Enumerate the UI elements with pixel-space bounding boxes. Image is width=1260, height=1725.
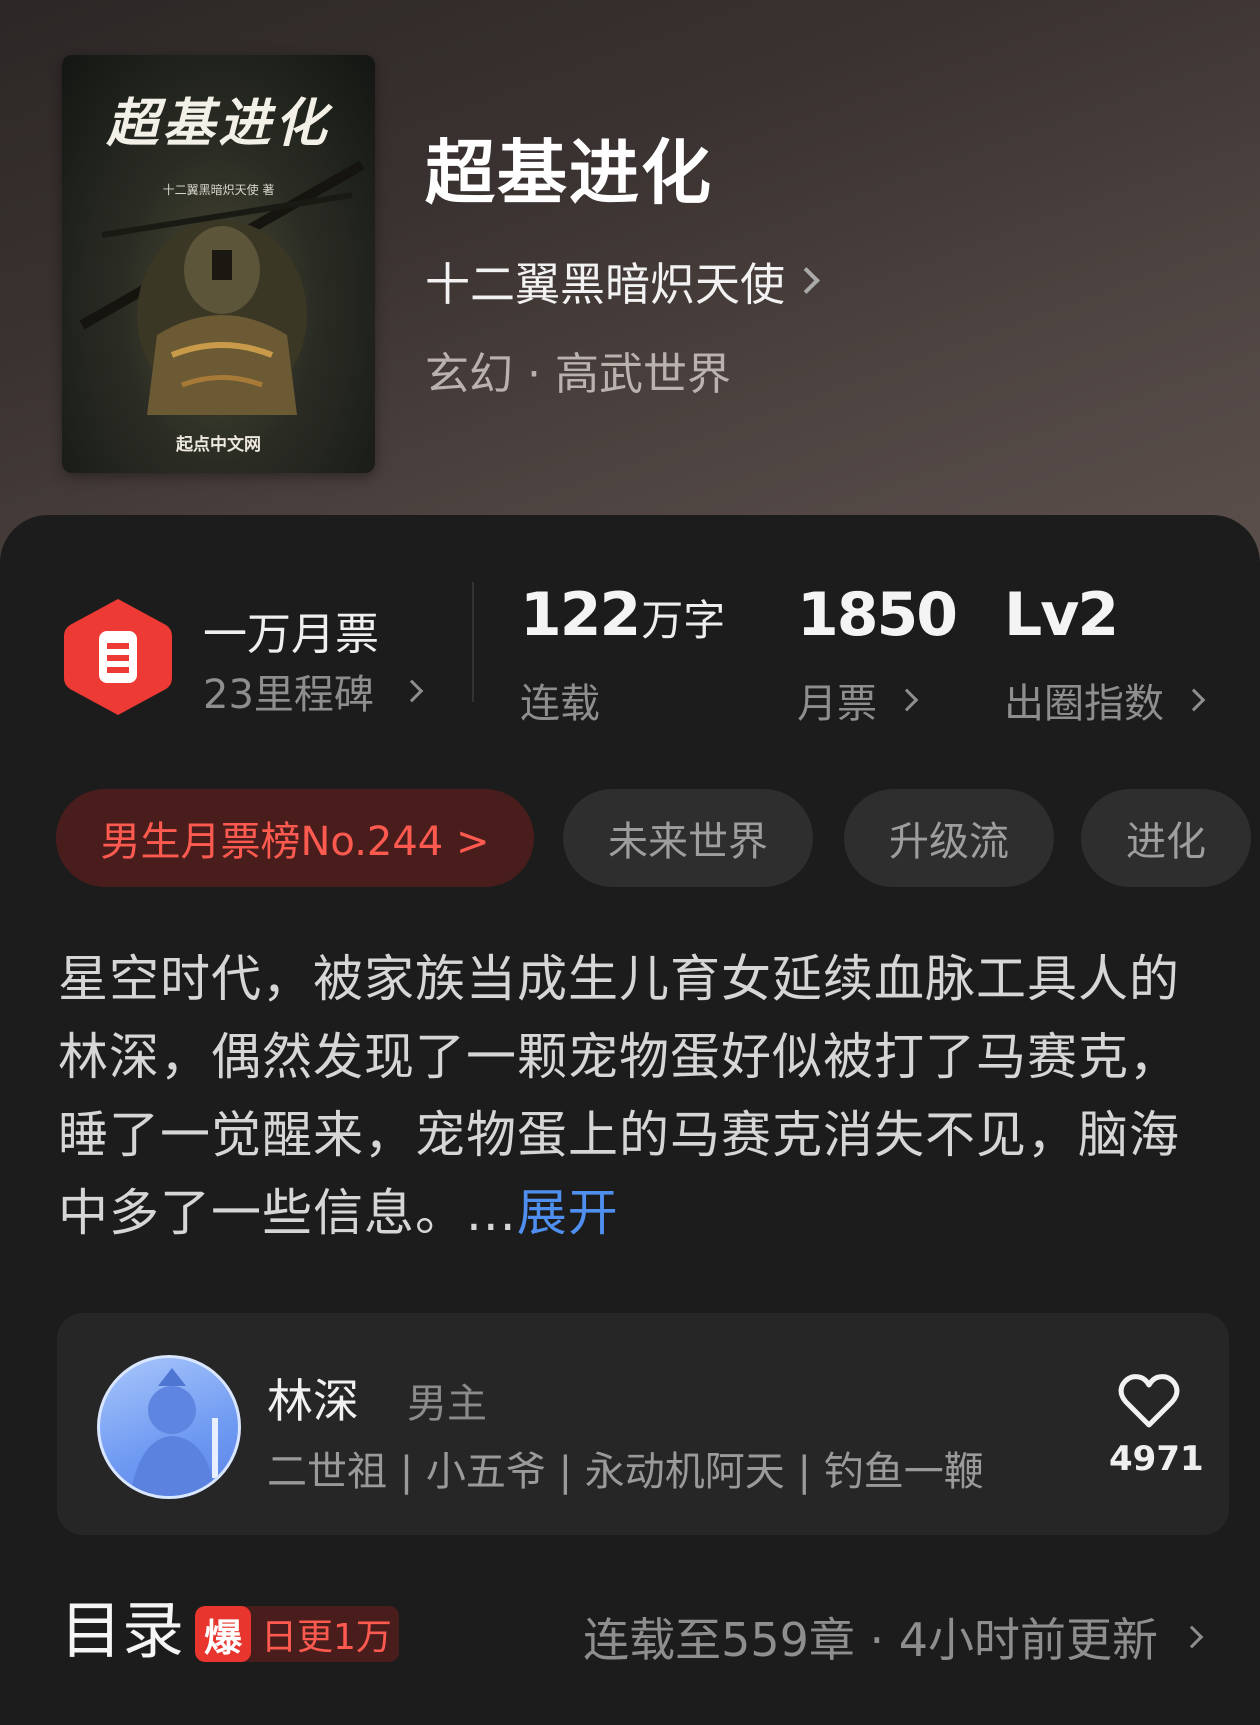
cover-title: 超基进化	[106, 93, 331, 154]
chevron-right-icon	[1180, 1625, 1204, 1649]
author-link[interactable]: 十二翼黑暗炽天使	[425, 250, 820, 311]
cover-author: 十二翼黑暗炽天使 著	[162, 183, 275, 197]
divider	[472, 582, 474, 702]
character-role: 男主	[407, 1381, 487, 1427]
avatar[interactable]	[97, 1355, 241, 1499]
influence-stat[interactable]: Lv2 出圈指数	[1004, 580, 1206, 729]
influence-value: Lv2	[1004, 580, 1119, 650]
like-button[interactable]: 4971	[1109, 1373, 1204, 1479]
hot-icon: 爆	[195, 1606, 251, 1662]
word-count-stat: 122万字 连载	[520, 585, 725, 729]
milestone-title: 一万月票	[203, 609, 379, 660]
book-cover[interactable]: 超基进化 十二翼黑暗炽天使 著 起点中文网	[62, 55, 375, 473]
chevron-right-icon	[1182, 688, 1206, 712]
author-name: 十二翼黑暗炽天使	[425, 257, 786, 311]
tag-chip[interactable]: 升级流	[844, 789, 1054, 887]
daily-update-badge: 爆 日更1万	[195, 1606, 399, 1662]
monthly-ticket-value: 1850	[797, 580, 958, 650]
word-count-label: 连载	[520, 681, 600, 727]
book-header: 超基进化 十二翼黑暗炽天使 著 起点中文网 超基进化 十二翼黑暗炽天使 玄幻 ·…	[0, 0, 1260, 560]
character-name: 林深	[267, 1374, 359, 1428]
character-silhouette	[130, 1368, 218, 1496]
character-card[interactable]: 林深 男主 二世祖 | 小五爷 | 永动机阿天 | 钓鱼一鞭 4971	[57, 1313, 1229, 1535]
word-count-value: 122	[520, 580, 641, 650]
word-count-unit: 万字	[641, 596, 726, 645]
expand-link[interactable]: 展开	[517, 1184, 619, 1242]
chevron-right-icon	[895, 688, 919, 712]
tag-chip[interactable]: 未来世界	[563, 789, 813, 887]
heart-icon	[1118, 1374, 1180, 1428]
chevron-right-icon	[793, 266, 820, 294]
daily-update-text: 日更1万	[261, 1617, 392, 1658]
monthly-ticket-stat[interactable]: 1850 月票	[797, 580, 958, 729]
update-status: 连载至559章 · 4小时前更新	[583, 1613, 1158, 1667]
milestone-link[interactable]: 23里程碑	[203, 662, 424, 720]
milestone-subtitle: 23里程碑	[203, 672, 374, 718]
book-genre: 玄幻 · 高武世界	[425, 349, 731, 400]
book-title: 超基进化	[425, 131, 713, 214]
character-tags: 二世祖 | 小五爷 | 永动机阿天 | 钓鱼一鞭	[267, 1449, 984, 1495]
influence-label: 出圈指数	[1004, 681, 1164, 727]
description-text: 星空时代，被家族当成生儿育女延续血脉工具人的林深，偶然发现了一颗宠物蛋好似被打了…	[58, 950, 1180, 1242]
tag-chip[interactable]: 进化	[1081, 789, 1251, 887]
catalog-update-link[interactable]: 连载至559章 · 4小时前更新	[583, 1604, 1204, 1670]
tag-list: 男生月票榜No.244 > 未来世界 升级流 进化	[56, 789, 1260, 887]
cover-site-logo: 起点中文网	[176, 435, 261, 455]
chevron-right-icon	[400, 679, 424, 703]
milestone-icon[interactable]	[62, 595, 174, 719]
book-description: 星空时代，被家族当成生儿育女延续血脉工具人的林深，偶然发现了一颗宠物蛋好似被打了…	[58, 940, 1208, 1252]
rank-chip[interactable]: 男生月票榜No.244 >	[56, 789, 534, 887]
catalog-title[interactable]: 目录	[60, 1600, 184, 1662]
like-count: 4971	[1109, 1439, 1204, 1479]
monthly-ticket-label: 月票	[797, 681, 877, 727]
